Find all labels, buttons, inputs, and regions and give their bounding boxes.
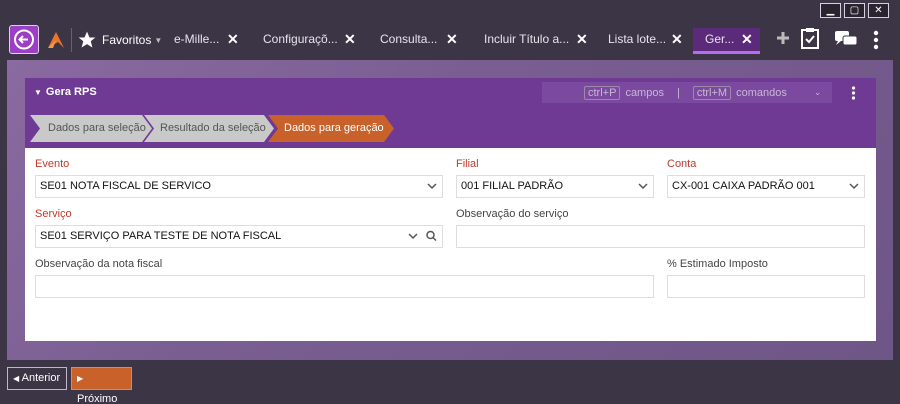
- close-tab-icon[interactable]: ✕: [576, 28, 588, 50]
- search-icon[interactable]: [426, 226, 437, 255]
- filial-value: 001 FILIAL PADRÃO: [461, 180, 564, 192]
- step-resultado-selecao[interactable]: Resultado da seleção: [144, 115, 274, 142]
- shortcut-label-fields: campos: [625, 86, 664, 99]
- conta-label: Conta: [667, 158, 697, 170]
- shortcut-label-commands: comandos: [736, 86, 787, 99]
- step-dados-geracao[interactable]: Dados para geração: [268, 115, 394, 142]
- conta-value: CX-001 CAIXA PADRÃO 001: [672, 180, 815, 192]
- back-button[interactable]: [9, 25, 39, 54]
- previous-label: Anterior: [21, 372, 61, 384]
- next-button[interactable]: ▶ Próximo: [71, 367, 132, 404]
- next-label: Próximo: [77, 393, 118, 404]
- tab-incluir-titulo[interactable]: Incluir Título a... ✕: [484, 28, 594, 54]
- tab-lista-lote[interactable]: Lista lote... ✕: [608, 28, 688, 54]
- obs-nota-input[interactable]: [35, 275, 654, 298]
- evento-value: SE01 NOTA FISCAL DE SERVICO: [40, 180, 211, 192]
- servico-label: Serviço: [35, 208, 72, 220]
- chevron-down-icon: [849, 176, 859, 205]
- evento-select[interactable]: SE01 NOTA FISCAL DE SERVICO: [35, 175, 443, 198]
- more-vertical-icon[interactable]: [873, 30, 879, 53]
- star-icon: [78, 31, 96, 48]
- caret-down-icon: ▼: [34, 88, 42, 97]
- servico-value: SE01 SERVIÇO PARA TESTE DE NOTA FISCAL: [40, 230, 282, 242]
- close-tab-icon[interactable]: ✕: [227, 28, 239, 50]
- chevron-down-icon: ▼: [154, 35, 163, 45]
- filial-select[interactable]: 001 FILIAL PADRÃO: [456, 175, 654, 198]
- panel-header: ▼ Gera RPS ctrl+P campos | ctrl+M comando…: [25, 78, 876, 148]
- conta-select[interactable]: CX-001 CAIXA PADRÃO 001: [667, 175, 865, 198]
- imposto-label: % Estimado Imposto: [667, 258, 768, 270]
- caret-left-icon: ◀: [13, 374, 20, 383]
- step-label: Resultado da seleção: [160, 122, 266, 134]
- chevron-down-icon: [427, 176, 437, 205]
- tab-label: Consulta...: [380, 32, 438, 46]
- step-label: Dados para geração: [284, 122, 384, 134]
- tab-e-millennium[interactable]: e-Mille... ✕: [174, 28, 244, 54]
- imposto-input[interactable]: [667, 275, 865, 298]
- favorites-label: Favoritos: [102, 33, 152, 47]
- close-tab-icon[interactable]: ✕: [671, 28, 683, 50]
- filial-label: Filial: [456, 158, 479, 170]
- tab-configuracoes[interactable]: Configuraçõ... ✕: [263, 28, 363, 54]
- caret-right-icon: ▶: [77, 374, 84, 383]
- tab-gera-rps[interactable]: Ger... ✕: [693, 28, 760, 54]
- tab-label: Ger...: [705, 32, 735, 46]
- clipboard-check-icon[interactable]: [800, 26, 820, 53]
- back-arrow-icon: [14, 29, 34, 50]
- app-logo-icon: [45, 29, 67, 51]
- chevron-down-icon: [638, 176, 648, 205]
- shortcut-key-commands: ctrl+M: [692, 85, 732, 100]
- tab-label: Incluir Título a...: [484, 32, 570, 46]
- close-tab-icon[interactable]: ✕: [741, 28, 753, 50]
- favorites-menu[interactable]: Favoritos ▼: [77, 29, 162, 51]
- obs-nota-label: Observação da nota fiscal: [35, 258, 163, 270]
- panel-menu-icon[interactable]: [851, 86, 856, 103]
- maximize-button[interactable]: ▢: [844, 3, 865, 18]
- divider: [71, 28, 72, 52]
- shortcuts-bar[interactable]: ctrl+P campos | ctrl+M comandos ⌄: [542, 82, 832, 103]
- tab-label: Configuraçõ...: [263, 32, 338, 46]
- gera-rps-panel: ▼ Gera RPS ctrl+P campos | ctrl+M comando…: [25, 78, 876, 341]
- previous-button[interactable]: ◀ Anterior: [7, 367, 67, 390]
- tab-consulta[interactable]: Consulta... ✕: [380, 28, 465, 54]
- chevron-down-icon: ⌄: [813, 87, 822, 97]
- chat-icon[interactable]: [834, 30, 858, 51]
- minimize-button[interactable]: ▁: [820, 3, 841, 18]
- step-dados-selecao[interactable]: Dados para seleção: [30, 115, 152, 142]
- panel-title[interactable]: ▼ Gera RPS: [34, 86, 97, 98]
- close-tab-icon[interactable]: ✕: [446, 28, 458, 50]
- close-tab-icon[interactable]: ✕: [344, 28, 356, 50]
- tab-bar: Favoritos ▼ e-Mille... ✕ Configuraçõ... ✕ …: [5, 22, 895, 58]
- add-tab-icon[interactable]: [775, 30, 791, 49]
- shortcut-separator: |: [676, 86, 680, 99]
- evento-label: Evento: [35, 158, 70, 170]
- step-label: Dados para seleção: [48, 122, 146, 134]
- panel-title-text: Gera RPS: [45, 86, 97, 98]
- obs-servico-label: Observação do serviço: [456, 208, 569, 220]
- close-window-button[interactable]: ✕: [868, 3, 889, 18]
- chevron-down-icon[interactable]: [408, 226, 418, 255]
- tab-label: e-Mille...: [174, 32, 220, 46]
- tab-label: Lista lote...: [608, 32, 667, 46]
- obs-servico-input[interactable]: [456, 225, 865, 248]
- shortcut-key-fields: ctrl+P: [584, 85, 621, 100]
- servico-select[interactable]: SE01 SERVIÇO PARA TESTE DE NOTA FISCAL: [35, 225, 443, 248]
